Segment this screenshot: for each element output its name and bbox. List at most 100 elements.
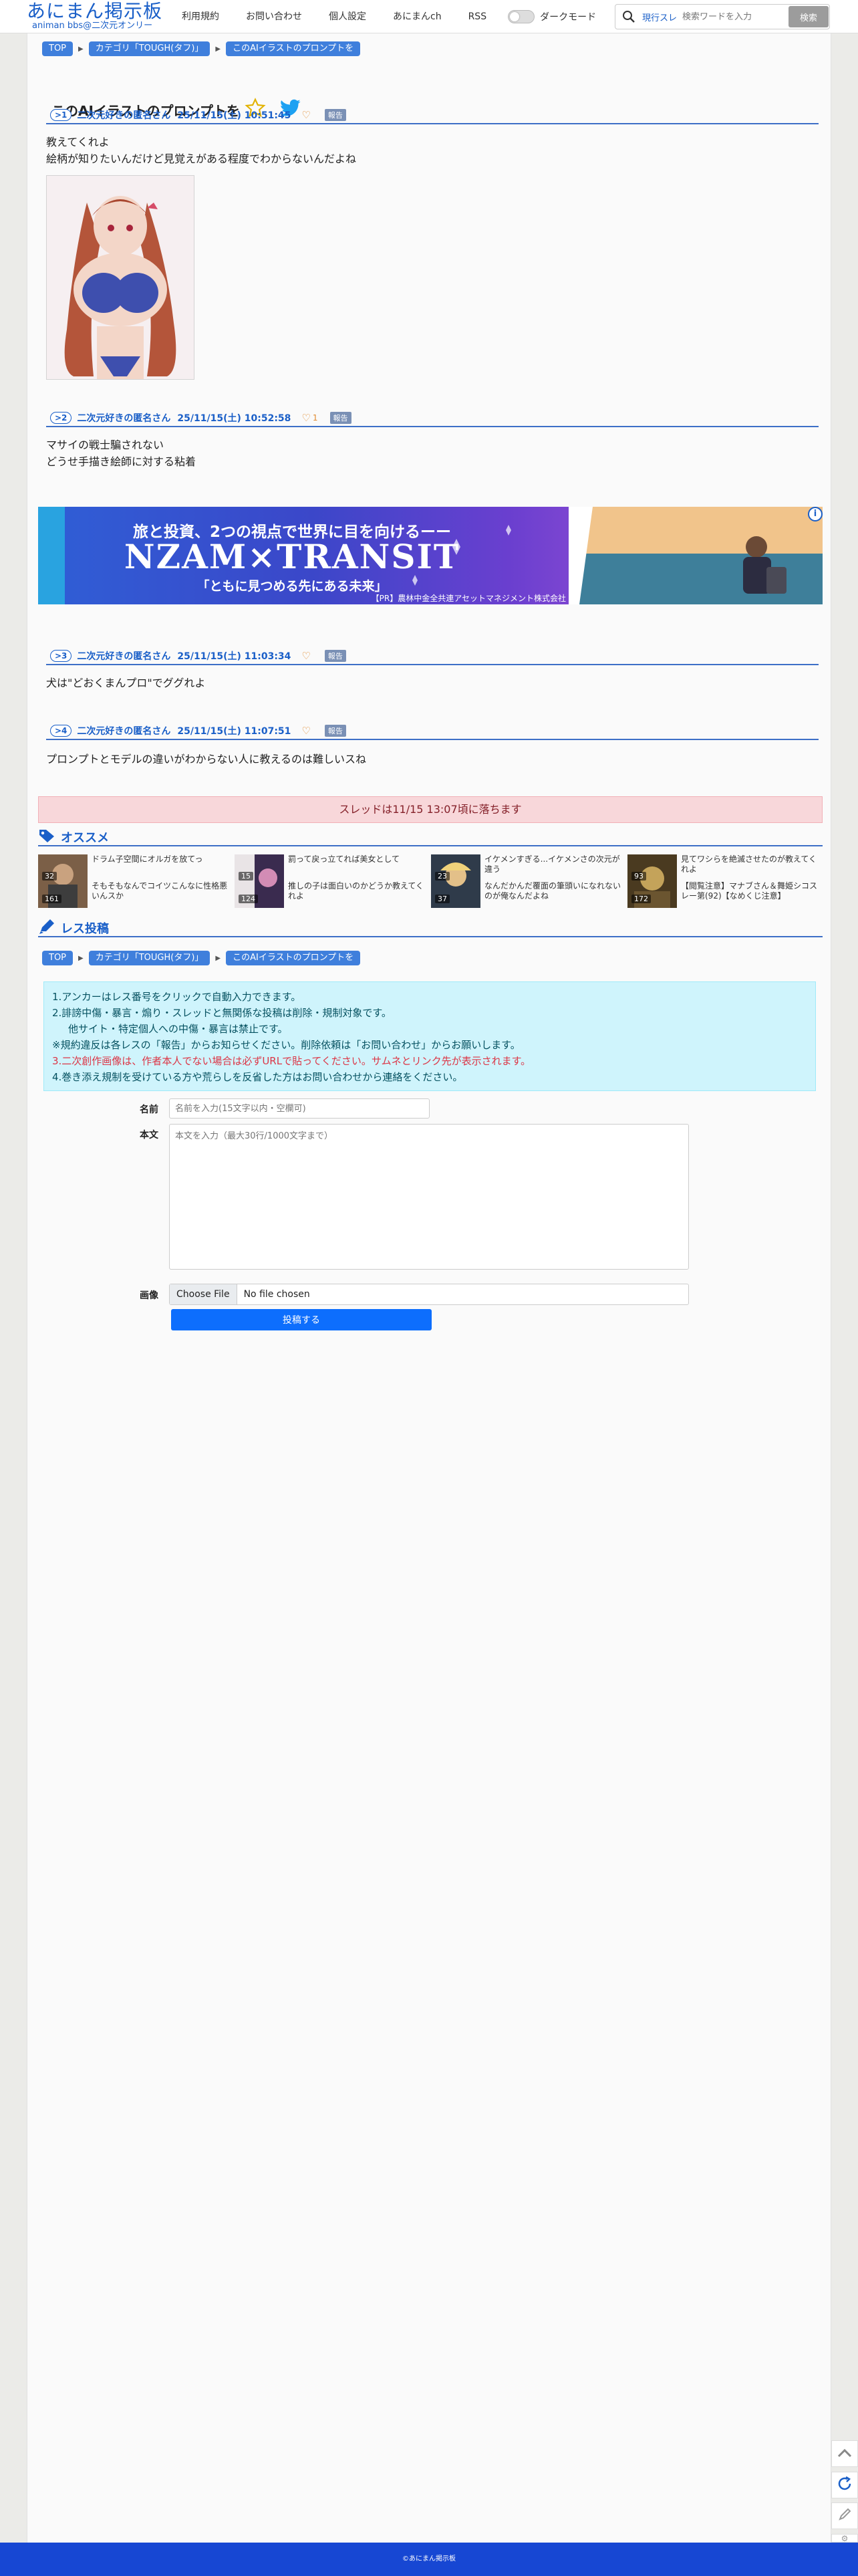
post-author: 二次元好きの匿名さん [77,726,171,737]
recommend-item[interactable]: 15 124 罰って戻っ立てれば美女として 推しの子は面白いのかどうか教えてくれ… [235,854,428,911]
report-button[interactable]: 報告 [324,725,346,737]
breadcrumb-thread[interactable]: このAIイラストのプロンプトを [226,41,361,56]
logo-title: あにまん掲示板 [27,0,163,22]
rule-line: 4.巻き添え規制を受けている方や荒らしを反省した方はお問い合わせから連絡をくださ… [52,1071,463,1083]
post-number-anchor[interactable]: >3 [50,650,72,662]
like-heart-icon[interactable]: ♡ [301,110,310,120]
report-button[interactable]: 報告 [324,109,346,121]
site-header: あにまん掲示板 animan bbs@二次元オンリー 利用規約 お問い合わせ 個… [0,0,858,33]
search-button[interactable]: 検索 [789,6,829,27]
breadcrumb-separator-icon: ▶ [215,45,221,53]
post-header: >1 二次元好きの匿名さん 25/11/15(土) 10:51:45 ♡ 報告 [46,107,819,124]
post-header: >3 二次元好きの匿名さん 25/11/15(土) 11:03:34 ♡ 報告 [46,648,819,665]
compose-button[interactable] [831,2502,858,2529]
report-button[interactable]: 報告 [324,650,346,662]
post-body: マサイの戦士騙されない どうせ手描き絵師に対する粘着 [46,439,196,468]
ad-banner[interactable]: 旅と投資、2つの視点で世界に目を向けるーー NZAM×TRANSIT 「ともに見… [38,507,823,604]
ad-brand: NZAM×TRANSIT [124,537,460,576]
reload-button[interactable] [831,2472,858,2498]
breadcrumb-separator-icon: ▶ [78,45,84,53]
image-label: 画像 [140,1290,158,1301]
rule-line: 2.誹謗中傷・暴言・煽り・スレッドと無関係な投稿は削除・規制対象です。 [52,1007,392,1019]
recommend-title[interactable]: 【閲覧注意】マナブさん＆舞姫シコスレー第(92)【なめくじ注意】 [681,881,818,901]
rule-line: 1.アンカーはレス番号をクリックで自動入力できます。 [52,991,301,1003]
rule-line: ※規約違反は各レスの「報告」からお知らせください。削除依頼は「お問い合わせ」から… [52,1039,521,1051]
recommend-count: 37 [435,895,450,903]
search-input[interactable] [682,7,782,27]
thread-expire-notice: スレッドは11/15 13:07頃に落ちます [38,796,823,823]
recommend-title[interactable]: なんだかんだ覆面の筆頭いになれないのが俺なんだよね [484,881,621,901]
post-header: >2 二次元好きの匿名さん 25/11/15(土) 10:52:58 ♡ 1 報… [46,410,819,427]
image-file-input[interactable]: Choose File No file chosen [169,1284,689,1305]
breadcrumb-separator-icon: ▶ [78,954,84,962]
dark-mode-toggle[interactable]: ダークモード [500,10,596,23]
breadcrumb-top[interactable]: TOP [42,41,74,56]
breadcrumb-category[interactable]: カテゴリ「TOUGH(タフ)」 [88,951,210,965]
site-logo[interactable]: あにまん掲示板 animan bbs@二次元オンリー [27,1,164,32]
post-number-anchor[interactable]: >1 [50,109,72,121]
top-nav: 利用規約 お問い合わせ 個人設定 あにまんch RSS ダークモード [168,0,596,33]
like-heart-icon[interactable]: ♡ [301,413,310,423]
recommend-title[interactable]: イケメンすぎる...イケメンさの次元が違う [484,854,621,874]
file-status: No file chosen [243,1289,310,1300]
breadcrumb: TOP ▶ カテゴリ「TOUGH(タフ)」 ▶ このAIイラストのプロンプトを [42,951,361,965]
ad-info-icon[interactable]: i [808,507,823,521]
posting-rules: 1.アンカーはレス番号をクリックで自動入力できます。 2.誹謗中傷・暴言・煽り・… [43,981,816,1091]
nav-settings[interactable]: 個人設定 [315,0,380,33]
breadcrumb: TOP ▶ カテゴリ「TOUGH(タフ)」 ▶ このAIイラストのプロンプトを [42,41,361,56]
post-number-anchor[interactable]: >4 [50,725,72,737]
nav-terms[interactable]: 利用規約 [168,0,233,33]
post-date: 25/11/15(土) 11:03:34 [177,651,291,662]
ad-sponsor: 【PR】農林中金全共連アセットマネジメント株式会社 [371,594,566,603]
post-date: 25/11/15(土) 10:51:45 [177,110,291,121]
like-heart-icon[interactable]: ♡ [301,651,310,661]
recommend-count: 93 [631,872,646,881]
nav-contact[interactable]: お問い合わせ [233,0,315,33]
dark-mode-label: ダークモード [540,12,597,23]
nav-rss[interactable]: RSS [455,0,500,33]
recommend-title[interactable]: そもそもなんでコイツこんなに性格悪いんスか [92,881,229,901]
breadcrumb-separator-icon: ▶ [215,954,221,962]
post-image-thumbnail[interactable] [46,175,194,380]
breadcrumb-thread[interactable]: このAIイラストのプロンプトを [226,951,361,965]
body-textarea[interactable] [169,1124,689,1270]
name-input[interactable] [169,1098,430,1119]
like-count: 1 [312,413,318,423]
recommend-title[interactable]: 罰って戻っ立てれば美女として [288,854,425,864]
recommend-title[interactable]: 推しの子は面白いのかどうか教えてくれよ [288,881,425,901]
dark-mode-switch[interactable] [508,10,535,23]
recommend-item[interactable]: 23 37 イケメンすぎる...イケメンさの次元が違う なんだかんだ覆面の筆頭い… [431,854,625,911]
recommend-item[interactable]: 32 161 ドラム子空間にオルガを放てっ そもそもなんでコイツこんなに性格悪い… [38,854,232,911]
recommend-item[interactable]: 93 172 見てワシらを絶滅させたのが教えてくれよ 【閲覧注意】マナブさん＆舞… [627,854,821,911]
choose-file-button[interactable]: Choose File [170,1284,237,1304]
ad-tagline: 「ともに見つめる先にある未来」 [196,579,388,594]
post-author: 二次元好きの匿名さん [77,110,171,121]
footer-copyright: ©あにまん掲示板 [402,2555,456,2563]
like-heart-icon[interactable]: ♡ [301,725,310,736]
main-content: TOP ▶ カテゴリ「TOUGH(タフ)」 ▶ このAIイラストのプロンプトを … [27,33,831,2543]
chevron-up-icon [837,2448,852,2460]
report-button[interactable]: 報告 [329,412,351,424]
settings-button[interactable]: ⚙ [831,2534,858,2543]
recommend-title[interactable]: ドラム子空間にオルガを放てっ [92,854,229,864]
submit-post-button[interactable]: 投稿する [171,1309,432,1330]
post-date: 25/11/15(土) 10:52:58 [177,413,291,424]
scroll-top-button[interactable] [831,2440,858,2467]
tag-icon [38,828,55,846]
breadcrumb-category[interactable]: カテゴリ「TOUGH(タフ)」 [88,41,210,56]
post-form-heading-label: レス投稿 [61,922,109,936]
post-header: >4 二次元好きの匿名さん 25/11/15(土) 11:07:51 ♡ 報告 [46,723,819,740]
recommend-count: 124 [239,895,258,903]
recommend-title[interactable]: 見てワシらを絶滅させたのが教えてくれよ [681,854,818,874]
post-date: 25/11/15(土) 11:07:51 [177,726,291,737]
post-body: プロンプトとモデルの違いがわからない人に教えるのは難しいスね [46,753,367,766]
post-number-anchor[interactable]: >2 [50,412,72,424]
pen-icon [837,2507,852,2525]
gear-icon: ⚙ [841,2533,849,2543]
post-body: 教えてくれよ 絵柄が知りたいんだけど見覚えがある程度でわからないんだよね [46,136,357,165]
search-scope-select[interactable]: 現行スレ [642,11,682,23]
nav-animanch[interactable]: あにまんch [380,0,455,33]
recommend-count: 161 [42,895,61,903]
breadcrumb-top[interactable]: TOP [42,951,74,965]
recommend-count: 32 [42,872,57,881]
